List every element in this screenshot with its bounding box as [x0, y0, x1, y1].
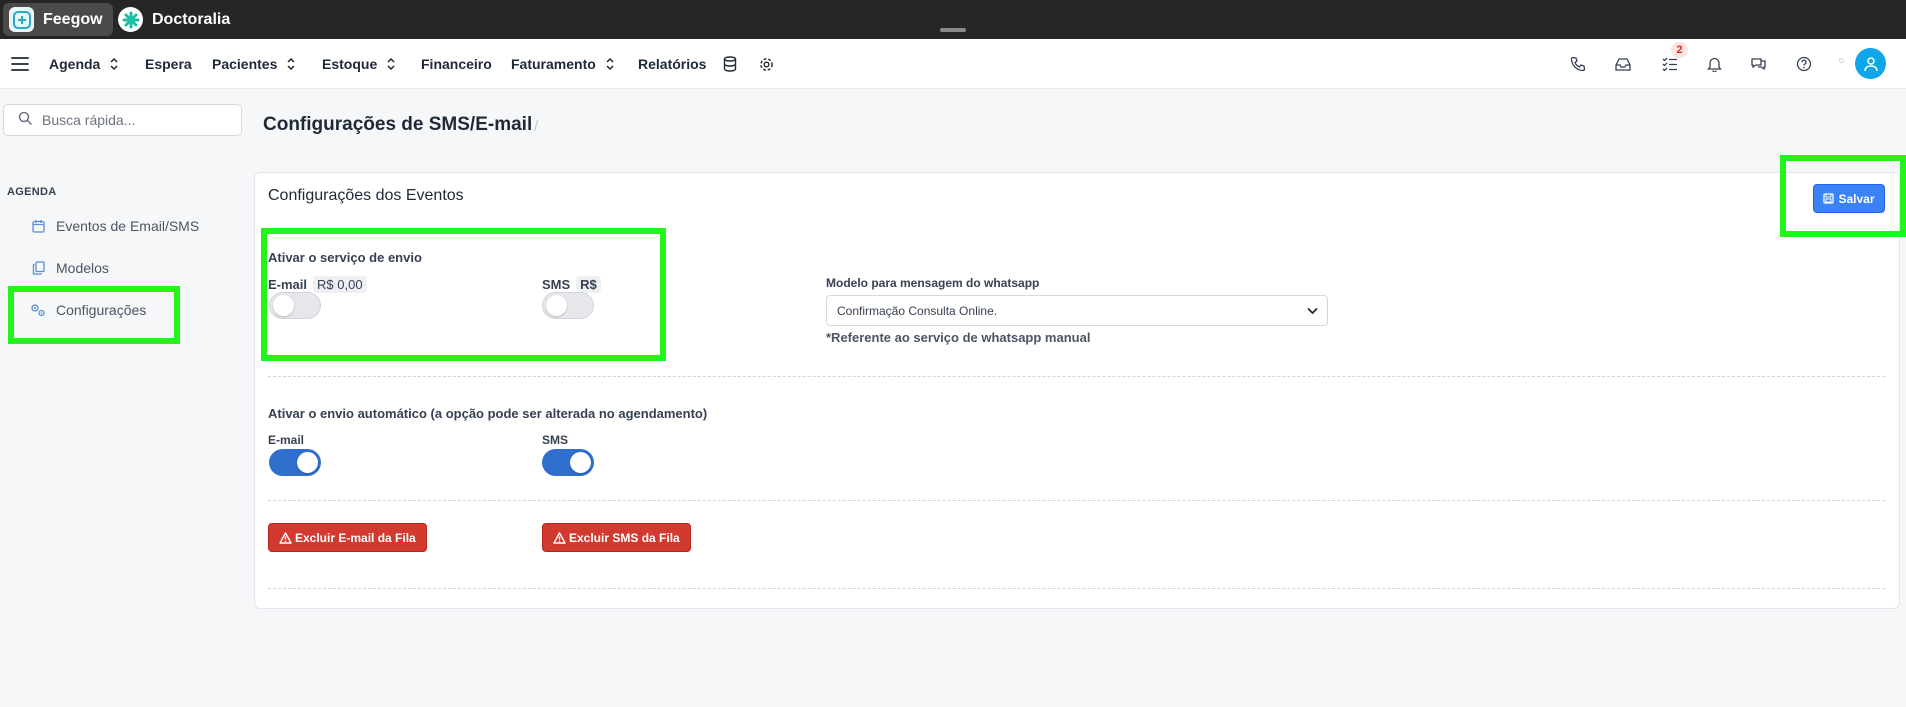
- whatsapp-template-label: Modelo para mensagem do whatsapp: [826, 276, 1040, 290]
- divider: [268, 500, 1885, 501]
- app-tab-bar: Feegow Doctoralia: [0, 0, 1906, 39]
- nav-label: Pacientes: [212, 56, 278, 72]
- nav-label: Relatórios: [638, 56, 707, 72]
- toggle-knob: [273, 295, 294, 316]
- auto-sms-label: SMS: [542, 433, 569, 447]
- sidebar-item-configuracoes[interactable]: Configurações: [30, 299, 146, 321]
- auto-email-label: E-mail: [268, 433, 305, 447]
- breadcrumb-separator: /: [534, 118, 539, 135]
- tasks-badge: 2: [1671, 42, 1688, 58]
- nav-espera[interactable]: Espera: [145, 39, 192, 89]
- divider: [268, 588, 1885, 589]
- sidebar-item-label: Modelos: [56, 260, 109, 276]
- tab-label: Feegow: [43, 10, 103, 28]
- nav-agenda[interactable]: Agenda: [49, 39, 118, 89]
- status-dot: [1839, 58, 1844, 63]
- nav-label: Estoque: [322, 56, 378, 72]
- nav-pacientes[interactable]: Pacientes: [212, 39, 295, 89]
- cogs-icon: [30, 302, 46, 318]
- bell-icon[interactable]: [1703, 53, 1725, 75]
- sidebar-item-label: Eventos de Email/SMS: [56, 218, 200, 234]
- drag-handle[interactable]: [940, 28, 966, 32]
- divider: [268, 376, 1885, 377]
- nav-label: Espera: [145, 56, 192, 72]
- toggle-knob: [570, 452, 591, 473]
- search-input[interactable]: [42, 112, 232, 128]
- help-icon[interactable]: [1793, 53, 1815, 75]
- user-icon[interactable]: [1855, 48, 1886, 79]
- events-config-card: [254, 172, 1900, 609]
- nav-estoque[interactable]: Estoque: [322, 39, 395, 89]
- nav-label: Agenda: [49, 56, 101, 72]
- service-email-label: E-mail R$ 0,00: [268, 276, 367, 293]
- card-title: Configurações dos Eventos: [268, 187, 464, 204]
- quick-search[interactable]: [3, 104, 242, 136]
- auto-sms-toggle[interactable]: [542, 449, 594, 476]
- email-price: R$ 0,00: [313, 276, 367, 293]
- doctoralia-logo-icon: [118, 7, 143, 32]
- chevron-down-icon: [1306, 304, 1319, 317]
- label-text: SMS: [542, 277, 571, 292]
- tab-label: Doctoralia: [152, 10, 231, 28]
- nav-relatorios[interactable]: Relatórios: [638, 39, 706, 89]
- button-label: Excluir E-mail da Fila: [295, 530, 416, 545]
- sort-chevron-icon: [287, 58, 295, 70]
- warning-icon: [279, 531, 292, 544]
- tab-doctoralia[interactable]: Doctoralia: [112, 3, 240, 36]
- delete-sms-queue-button[interactable]: Excluir SMS da Fila: [542, 523, 691, 552]
- nav-label: Faturamento: [511, 56, 596, 72]
- warning-icon: [553, 531, 566, 544]
- sort-chevron-icon: [606, 58, 614, 70]
- whatsapp-note: *Referente ao serviço de whatsapp manual: [826, 330, 1091, 345]
- nav-financeiro[interactable]: Financeiro: [421, 39, 492, 89]
- toggle-knob: [297, 452, 318, 473]
- select-value: Confirmação Consulta Online.: [837, 303, 998, 318]
- sidebar-item-label: Configurações: [56, 302, 147, 318]
- save-icon: [1823, 193, 1835, 204]
- feegow-logo-icon: [9, 7, 34, 32]
- nav-label: Financeiro: [421, 56, 492, 72]
- sms-price: R$: [576, 276, 601, 293]
- database-icon[interactable]: [719, 53, 741, 75]
- sidebar-item-modelos[interactable]: Modelos: [30, 257, 109, 279]
- toggle-knob: [546, 295, 567, 316]
- sidebar-item-eventos[interactable]: Eventos de Email/SMS: [30, 215, 199, 237]
- sort-chevron-icon: [387, 58, 395, 70]
- nav-faturamento[interactable]: Faturamento: [511, 39, 614, 89]
- whatsapp-template-select[interactable]: Confirmação Consulta Online.: [826, 295, 1328, 326]
- service-email-toggle[interactable]: [269, 292, 321, 319]
- phone-icon[interactable]: [1567, 53, 1589, 75]
- save-label: Salvar: [1838, 191, 1875, 206]
- calendar-icon: [30, 218, 46, 234]
- sidebar-section-title: AGENDA: [7, 186, 57, 198]
- gear-icon[interactable]: [755, 53, 777, 75]
- label-text: E-mail: [268, 277, 308, 292]
- chat-icon[interactable]: [1747, 53, 1769, 75]
- auto-send-title: Ativar o envio automático (a opção pode …: [268, 406, 708, 421]
- menu-icon[interactable]: [9, 53, 31, 75]
- page-title: Configurações de SMS/E-mail: [263, 114, 533, 135]
- inbox-icon[interactable]: [1612, 53, 1634, 75]
- delete-email-queue-button[interactable]: Excluir E-mail da Fila: [268, 523, 427, 552]
- save-button[interactable]: Salvar: [1813, 184, 1885, 213]
- button-label: Excluir SMS da Fila: [569, 530, 680, 545]
- search-icon: [18, 111, 32, 130]
- copy-icon: [30, 260, 46, 276]
- service-title: Ativar o serviço de envio: [268, 250, 422, 265]
- tab-feegow[interactable]: Feegow: [3, 3, 113, 36]
- auto-email-toggle[interactable]: [269, 449, 321, 476]
- service-sms-toggle[interactable]: [542, 292, 594, 319]
- service-sms-label: SMS R$: [542, 276, 601, 293]
- sort-chevron-icon: [110, 58, 118, 70]
